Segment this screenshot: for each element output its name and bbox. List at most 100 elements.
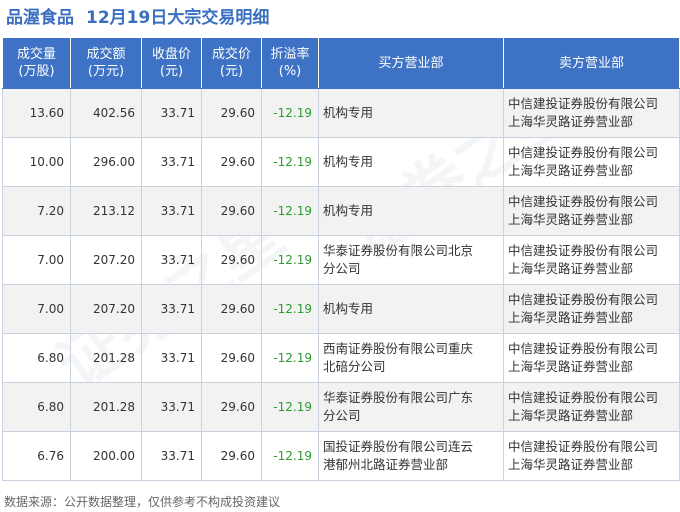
cell-buyer: 机构专用 — [318, 137, 504, 187]
cell-amount: 201.28 — [70, 382, 142, 432]
buyer-line: 机构专用 — [323, 105, 374, 120]
cell-premium: -12.19 — [261, 382, 319, 432]
seller-line: 中信建投证券股份有限公司 — [508, 439, 659, 454]
cell-close-price: 33.71 — [141, 88, 202, 138]
buyer-line: 西南证券股份有限公司重庆 — [323, 341, 474, 356]
cell-seller: 中信建投证券股份有限公司 上海华灵路证券营业部 — [503, 137, 680, 187]
header-amount: 成交额 (万元) — [70, 37, 142, 89]
buyer-line: 机构专用 — [323, 203, 374, 218]
cell-trade-price: 29.60 — [201, 186, 262, 236]
header-trade-price: 成交价 (元) — [201, 37, 262, 89]
table-row: 6.80 201.28 33.71 29.60 -12.19 华泰证券股份有限公司广东 分公… — [2, 382, 680, 432]
seller-line: 上海华灵路证券营业部 — [508, 163, 634, 178]
buyer-line: 华泰证券股份有限公司广东 — [323, 390, 474, 405]
seller-line: 上海华灵路证券营业部 — [508, 457, 634, 472]
table-header-row: 成交量 (万股) 成交额 (万元) 收盘价 (元) 成交价 (元) 折溢率 (%) 买方营… — [2, 37, 680, 89]
cell-volume: 7.00 — [2, 235, 71, 285]
block-trade-table: 成交量 (万股) 成交额 (万元) 收盘价 (元) 成交价 (元) 折溢率 (%) 买方营… — [2, 37, 680, 481]
seller-line: 上海华灵路证券营业部 — [508, 310, 634, 325]
cell-amount: 207.20 — [70, 235, 142, 285]
seller-line: 中信建投证券股份有限公司 — [508, 341, 659, 356]
cell-seller: 中信建投证券股份有限公司 上海华灵路证券营业部 — [503, 88, 680, 138]
seller-line: 中信建投证券股份有限公司 — [508, 292, 659, 307]
cell-volume: 7.00 — [2, 284, 71, 334]
data-source-note: 数据来源：公开数据整理，仅供参考不构成投资建议 — [4, 495, 281, 509]
cell-volume: 7.20 — [2, 186, 71, 236]
table-row: 7.00 207.20 33.71 29.60 -12.19 华泰证券股份有限公司北京 分公… — [2, 235, 680, 285]
cell-buyer: 西南证券股份有限公司重庆 北碚分公司 — [318, 333, 504, 383]
cell-amount: 296.00 — [70, 137, 142, 187]
cell-trade-price: 29.60 — [201, 88, 262, 138]
seller-line: 中信建投证券股份有限公司 — [508, 96, 659, 111]
cell-trade-price: 29.60 — [201, 431, 262, 481]
cell-volume: 6.80 — [2, 382, 71, 432]
table-row: 7.20 213.12 33.71 29.60 -12.19 机构专用 中信建投证券股份有限… — [2, 186, 680, 236]
cell-volume: 13.60 — [2, 88, 71, 138]
buyer-line: 北碚分公司 — [323, 359, 386, 374]
cell-amount: 201.28 — [70, 333, 142, 383]
seller-line: 上海华灵路证券营业部 — [508, 261, 634, 276]
table-row: 7.00 207.20 33.71 29.60 -12.19 机构专用 中信建投证券股份有限… — [2, 284, 680, 334]
cell-close-price: 33.71 — [141, 382, 202, 432]
stock-name: 品渥食品 — [6, 8, 74, 28]
cell-seller: 中信建投证券股份有限公司 上海华灵路证券营业部 — [503, 186, 680, 236]
cell-volume: 6.80 — [2, 333, 71, 383]
seller-line: 上海华灵路证券营业部 — [508, 114, 634, 129]
cell-amount: 207.20 — [70, 284, 142, 334]
cell-trade-price: 29.60 — [201, 235, 262, 285]
page-title: 品渥食品 12月19日大宗交易明细 — [6, 4, 269, 32]
table-row: 13.60 402.56 33.71 29.60 -12.19 机构专用 中信建投证券股份有… — [2, 88, 680, 138]
header-premium: 折溢率 (%) — [261, 37, 319, 89]
cell-premium: -12.19 — [261, 284, 319, 334]
cell-premium: -12.19 — [261, 186, 319, 236]
cell-buyer: 机构专用 — [318, 284, 504, 334]
cell-close-price: 33.71 — [141, 235, 202, 285]
buyer-line: 机构专用 — [323, 154, 374, 169]
seller-line: 中信建投证券股份有限公司 — [508, 194, 659, 209]
cell-seller: 中信建投证券股份有限公司 上海华灵路证券营业部 — [503, 235, 680, 285]
seller-line: 中信建投证券股份有限公司 — [508, 243, 659, 258]
cell-trade-price: 29.60 — [201, 137, 262, 187]
cell-buyer: 机构专用 — [318, 88, 504, 138]
header-seller: 卖方营业部 — [503, 37, 680, 89]
header-buyer: 买方营业部 — [318, 37, 504, 89]
seller-line: 中信建投证券股份有限公司 — [508, 390, 659, 405]
cell-premium: -12.19 — [261, 235, 319, 285]
cell-premium: -12.19 — [261, 431, 319, 481]
cell-seller: 中信建投证券股份有限公司 上海华灵路证券营业部 — [503, 431, 680, 481]
cell-amount: 213.12 — [70, 186, 142, 236]
buyer-line: 港郁州北路证券营业部 — [323, 457, 449, 472]
cell-close-price: 33.71 — [141, 284, 202, 334]
cell-premium: -12.19 — [261, 333, 319, 383]
header-volume: 成交量 (万股) — [2, 37, 71, 89]
cell-close-price: 33.71 — [141, 333, 202, 383]
cell-close-price: 33.71 — [141, 431, 202, 481]
seller-line: 上海华灵路证券营业部 — [508, 359, 634, 374]
cell-seller: 中信建投证券股份有限公司 上海华灵路证券营业部 — [503, 284, 680, 334]
seller-line: 上海华灵路证券营业部 — [508, 408, 634, 423]
title-subtitle: 12月19日大宗交易明细 — [86, 8, 270, 28]
cell-volume: 10.00 — [2, 137, 71, 187]
cell-premium: -12.19 — [261, 137, 319, 187]
buyer-line: 国投证券股份有限公司连云 — [323, 439, 474, 454]
buyer-line: 分公司 — [323, 408, 361, 423]
seller-line: 上海华灵路证券营业部 — [508, 212, 634, 227]
buyer-line: 分公司 — [323, 261, 361, 276]
table-row: 6.76 200.00 33.71 29.60 -12.19 国投证券股份有限公司连云 港郁… — [2, 431, 680, 481]
buyer-line: 华泰证券股份有限公司北京 — [323, 243, 474, 258]
cell-premium: -12.19 — [261, 88, 319, 138]
seller-line: 中信建投证券股份有限公司 — [508, 145, 659, 160]
cell-trade-price: 29.60 — [201, 382, 262, 432]
cell-buyer: 机构专用 — [318, 186, 504, 236]
cell-buyer: 华泰证券股份有限公司北京 分公司 — [318, 235, 504, 285]
cell-seller: 中信建投证券股份有限公司 上海华灵路证券营业部 — [503, 333, 680, 383]
cell-amount: 402.56 — [70, 88, 142, 138]
cell-trade-price: 29.60 — [201, 284, 262, 334]
cell-close-price: 33.71 — [141, 137, 202, 187]
header-close-price: 收盘价 (元) — [141, 37, 202, 89]
buyer-line: 机构专用 — [323, 301, 374, 316]
cell-volume: 6.76 — [2, 431, 71, 481]
cell-close-price: 33.71 — [141, 186, 202, 236]
cell-buyer: 华泰证券股份有限公司广东 分公司 — [318, 382, 504, 432]
cell-buyer: 国投证券股份有限公司连云 港郁州北路证券营业部 — [318, 431, 504, 481]
